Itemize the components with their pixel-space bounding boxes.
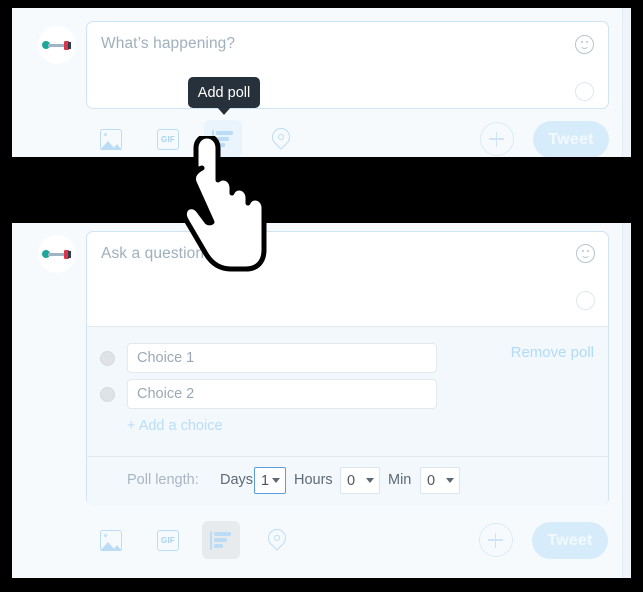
hours-value: 0 bbox=[347, 472, 356, 489]
add-a-choice-link[interactable]: + Add a choice bbox=[127, 418, 223, 434]
compose-toolbar-top: GIF Tweet bbox=[12, 120, 631, 157]
poll-choices-section: Choice 1 Choice 2 + Add a choice Remove … bbox=[87, 326, 608, 456]
chevron-down-icon bbox=[366, 478, 374, 483]
choice-1-placeholder: Choice 1 bbox=[137, 350, 195, 366]
avatar[interactable] bbox=[38, 235, 76, 273]
days-label: Days bbox=[220, 472, 254, 488]
avatar-logo-icon bbox=[42, 249, 72, 259]
location-pin-icon bbox=[264, 524, 290, 552]
pointing-hand-cursor bbox=[176, 133, 271, 281]
add-poll-button[interactable] bbox=[202, 521, 240, 559]
hours-label: Hours bbox=[294, 472, 333, 488]
avatar[interactable] bbox=[38, 26, 76, 64]
compose-panel-with-poll: Ask a question... Choice 1 Choice 2 + Ad… bbox=[12, 223, 631, 578]
screenshot-stage: What’s happening? GIF Tweet Add poll Ask… bbox=[0, 0, 643, 592]
choice-2-input[interactable]: Choice 2 bbox=[127, 379, 437, 409]
add-tweet-button[interactable] bbox=[480, 122, 514, 156]
character-count-circle bbox=[576, 291, 595, 310]
tooltip-label: Add poll bbox=[197, 84, 251, 101]
poll-icon bbox=[210, 530, 232, 550]
tweet-textarea[interactable]: What’s happening? bbox=[86, 21, 609, 109]
add-photo-button[interactable] bbox=[92, 120, 130, 157]
image-icon bbox=[100, 529, 122, 551]
choice-1-radio[interactable] bbox=[100, 351, 115, 366]
chevron-down-icon bbox=[272, 478, 280, 483]
poll-length-divider bbox=[87, 456, 608, 457]
character-count-circle bbox=[575, 82, 594, 101]
min-value: 0 bbox=[427, 472, 436, 489]
min-select[interactable]: 0 bbox=[420, 467, 460, 494]
hours-select[interactable]: 0 bbox=[340, 467, 380, 494]
add-tweet-button[interactable] bbox=[479, 523, 513, 557]
tweet-submit-button[interactable]: Tweet bbox=[532, 522, 608, 559]
days-select[interactable]: 1 bbox=[254, 467, 286, 494]
smiley-icon[interactable] bbox=[575, 35, 594, 54]
chevron-down-icon bbox=[446, 478, 454, 483]
gif-icon: GIF bbox=[157, 529, 179, 551]
compose-panel-initial: What’s happening? GIF Tweet Add poll bbox=[12, 8, 631, 157]
poll-length-label: Poll length: bbox=[127, 472, 199, 488]
min-label: Min bbox=[388, 472, 412, 488]
question-textarea[interactable]: Ask a question... bbox=[87, 232, 608, 326]
choice-2-placeholder: Choice 2 bbox=[137, 386, 195, 402]
image-icon bbox=[100, 128, 122, 150]
remove-poll-link[interactable]: Remove poll bbox=[511, 344, 594, 361]
compose-toolbar-bottom: GIF Tweet bbox=[12, 521, 631, 563]
add-poll-tooltip: Add poll bbox=[188, 77, 260, 115]
tweet-placeholder: What’s happening? bbox=[101, 35, 236, 52]
choice-2-radio[interactable] bbox=[100, 387, 115, 402]
poll-length-section: Poll length: Days 1 Hours 0 Min 0 bbox=[87, 456, 608, 506]
poll-composer-card: Ask a question... Choice 1 Choice 2 + Ad… bbox=[86, 231, 609, 506]
add-gif-button[interactable]: GIF bbox=[149, 521, 187, 559]
tooltip-arrow-icon bbox=[217, 107, 231, 115]
choice-1-input[interactable]: Choice 1 bbox=[127, 343, 437, 373]
location-pin-icon bbox=[268, 123, 294, 151]
poll-divider bbox=[87, 326, 608, 327]
add-photo-button[interactable] bbox=[92, 521, 130, 559]
avatar-logo-icon bbox=[42, 40, 72, 50]
days-value: 1 bbox=[261, 472, 270, 489]
add-location-button[interactable] bbox=[258, 521, 296, 559]
smiley-icon[interactable] bbox=[576, 244, 595, 263]
tweet-submit-button[interactable]: Tweet bbox=[533, 121, 609, 157]
